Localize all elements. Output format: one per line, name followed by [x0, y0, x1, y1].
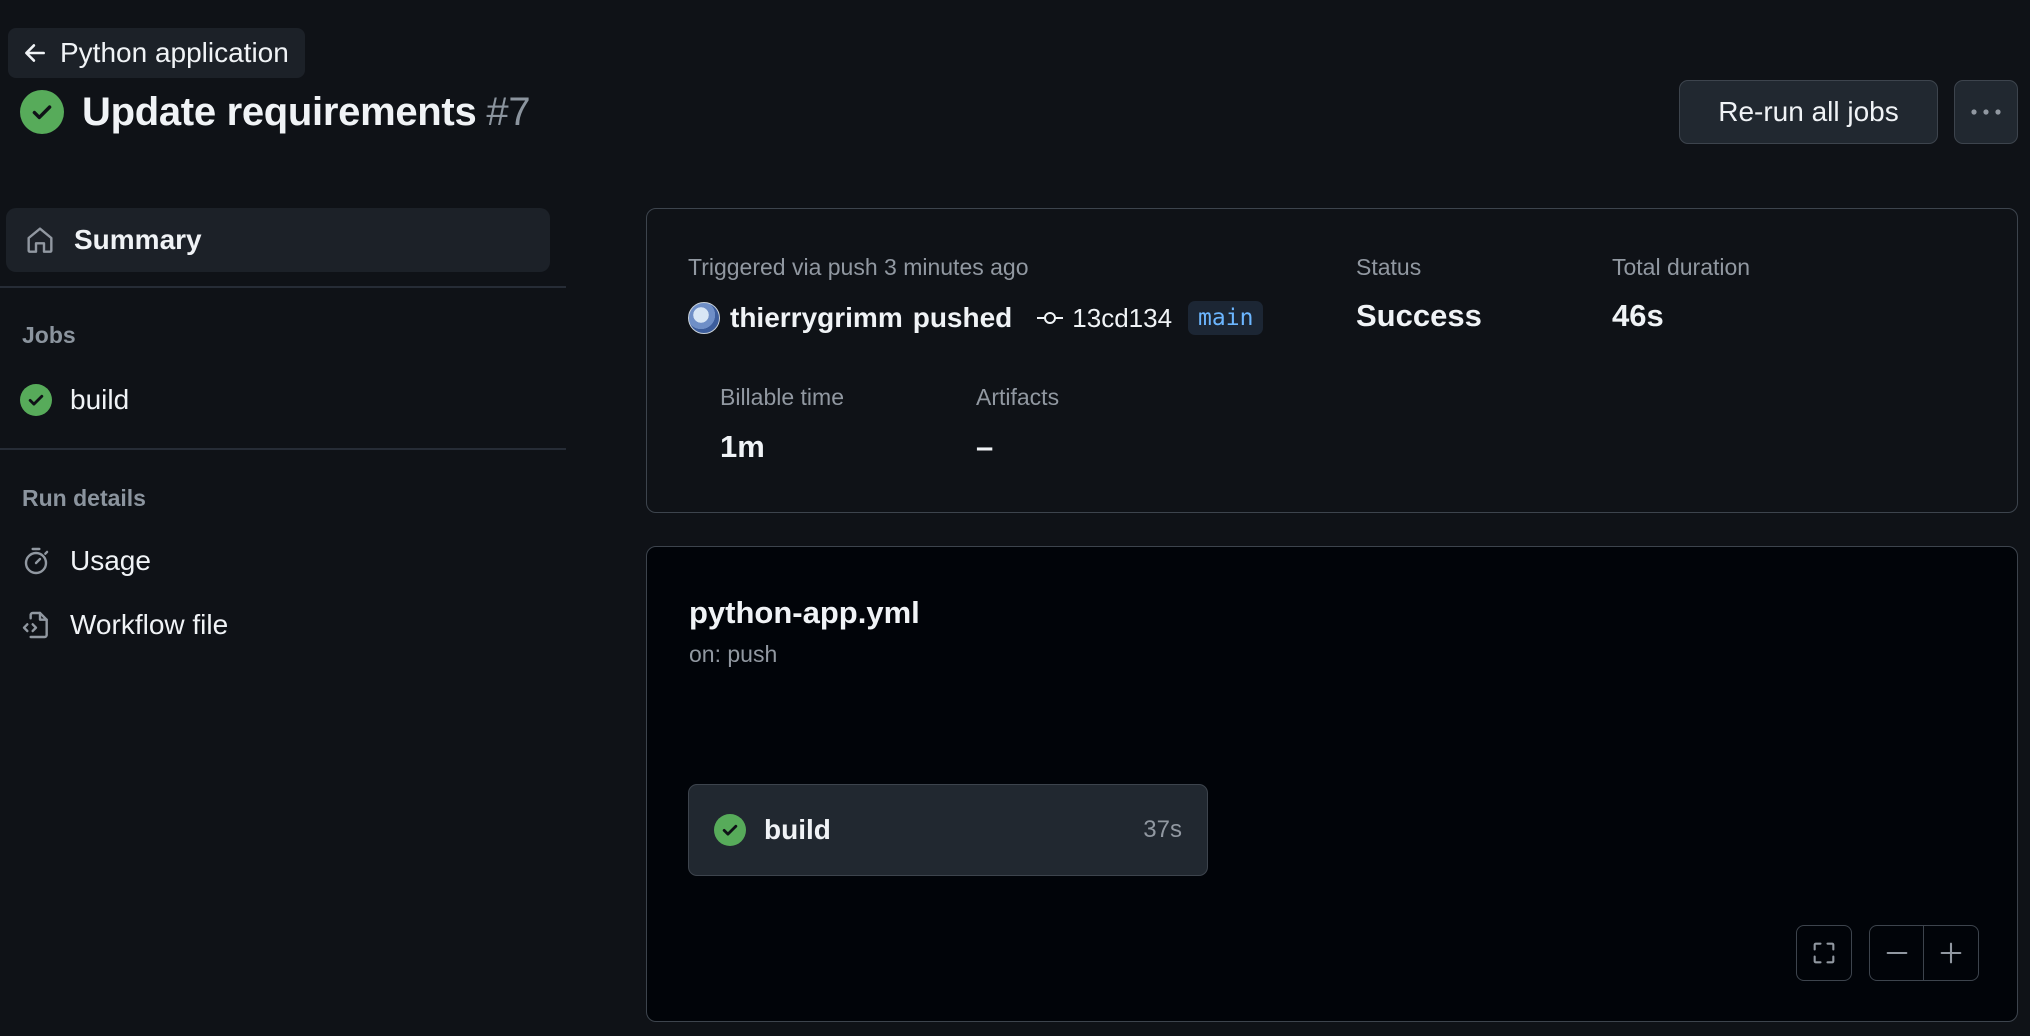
back-link-label: Python application	[60, 37, 289, 68]
sidebar-item-label: build	[70, 384, 130, 415]
fullscreen-icon	[1813, 942, 1835, 964]
artifacts-label: Artifacts	[976, 384, 1060, 410]
user-link[interactable]: thierrygrimm	[730, 302, 903, 334]
fullscreen-button[interactable]	[1796, 925, 1852, 981]
workflow-trigger: on: push	[689, 641, 778, 667]
kebab-horizontal-icon	[1971, 109, 2001, 115]
zoom-in-button[interactable]	[1923, 925, 1979, 981]
job-node-build[interactable]: build 37s	[688, 784, 1208, 876]
total-duration-value[interactable]: 46s	[1612, 298, 1664, 334]
workflow-file-name: python-app.yml	[689, 595, 920, 630]
file-code-icon	[20, 609, 52, 641]
run-details-heading: Run details	[22, 485, 146, 511]
total-duration-label: Total duration	[1612, 254, 1751, 280]
job-duration: 37s	[1143, 816, 1182, 843]
billable-time-label: Billable time	[720, 384, 844, 410]
run-number: #7	[486, 89, 531, 134]
push-action: pushed	[912, 302, 1013, 333]
sidebar-item-workflow-file[interactable]: Workflow file	[20, 602, 238, 648]
billable-time-value: 1m	[720, 429, 765, 464]
status-value: Success	[1356, 298, 1482, 333]
arrow-left-icon	[25, 44, 45, 62]
page-title-row: Update requirements #7	[20, 88, 531, 136]
jobs-heading: Jobs	[22, 322, 76, 348]
success-check-icon	[714, 814, 746, 846]
sidebar-divider	[0, 448, 566, 450]
sidebar-item-usage[interactable]: Usage	[20, 538, 161, 584]
sidebar-item-summary[interactable]: Summary	[6, 208, 550, 272]
more-options-button[interactable]	[1954, 80, 2018, 144]
run-summary-card: Triggered via push 3 minutes ago thierry…	[646, 208, 2018, 513]
branch-badge[interactable]: main	[1188, 301, 1264, 335]
plus-icon	[1940, 942, 1962, 964]
zoom-out-button[interactable]	[1869, 925, 1925, 981]
trigger-text: Triggered via push 3 minutes ago	[688, 254, 1029, 280]
commit-link[interactable]: 13cd134	[1036, 303, 1172, 334]
rerun-all-jobs-button[interactable]: Re-run all jobs	[1679, 80, 1938, 144]
workflow-graph: python-app.yml on: push build 37s	[646, 546, 2018, 1022]
page-title: Update requirements #7	[82, 89, 531, 135]
success-check-icon	[20, 90, 64, 134]
sidebar-item-label: Usage	[70, 545, 151, 576]
artifacts-value: –	[976, 429, 994, 464]
sidebar-item-build[interactable]: build	[20, 377, 139, 423]
sidebar-item-label: Workflow file	[70, 609, 229, 640]
sidebar-item-label: Summary	[74, 224, 202, 255]
back-link[interactable]: Python application	[8, 28, 305, 78]
job-name: build	[764, 814, 831, 845]
push-details: thierrygrimm pushed 13cd134 main	[688, 301, 1264, 335]
git-commit-icon	[1037, 312, 1064, 324]
commit-sha: 13cd134	[1072, 302, 1173, 333]
stopwatch-icon	[20, 545, 52, 577]
run-title: Update requirements	[82, 89, 477, 134]
sidebar-divider	[0, 286, 566, 288]
success-check-icon	[20, 384, 52, 416]
minus-icon	[1886, 951, 1908, 955]
avatar[interactable]	[688, 302, 720, 334]
home-icon	[27, 227, 53, 253]
status-label: Status	[1356, 254, 1422, 280]
